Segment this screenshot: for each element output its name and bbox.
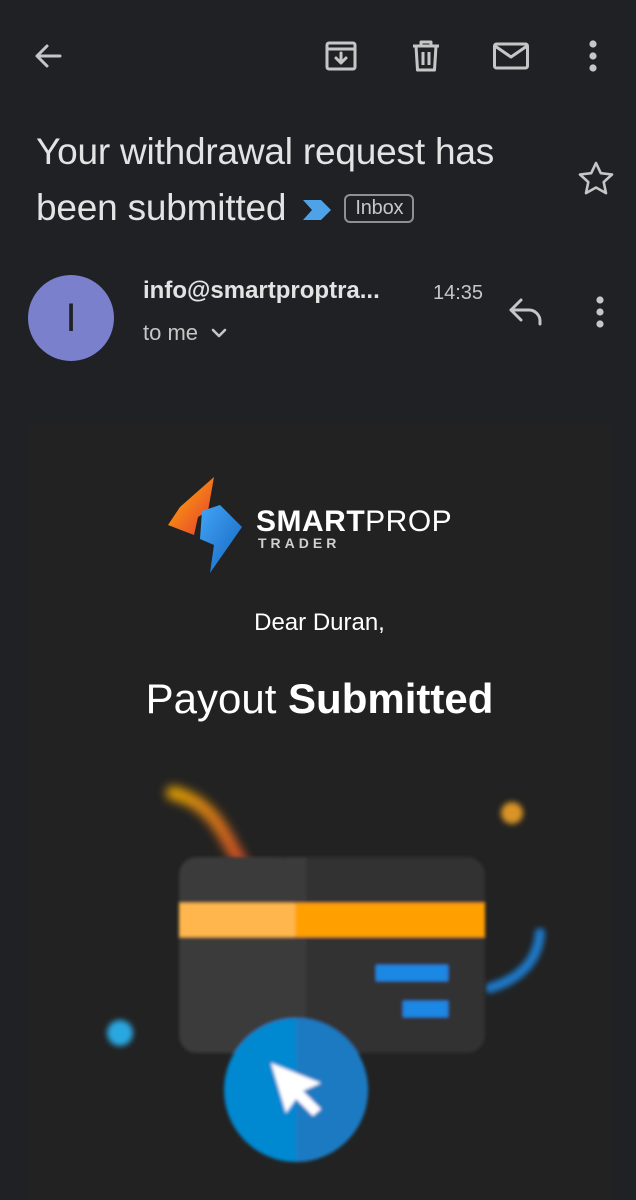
chevron-down-icon bbox=[211, 328, 227, 338]
arrow-back-icon bbox=[35, 44, 62, 68]
email-body: SMARTPROP TRADER Dear Duran, Payout Subm… bbox=[28, 423, 611, 1200]
logo-wordmark: SMARTPROP TRADER bbox=[256, 505, 452, 551]
payout-card-illustration bbox=[107, 786, 545, 1162]
headline-bold: Submitted bbox=[288, 675, 494, 722]
delete-button[interactable] bbox=[400, 30, 452, 82]
reply-button[interactable] bbox=[500, 286, 552, 338]
smartprop-logo: SMARTPROP TRADER bbox=[168, 477, 478, 573]
email-subject: Your withdrawal request has been submitt… bbox=[36, 124, 556, 236]
archive-icon bbox=[325, 41, 357, 71]
more-vert-icon bbox=[589, 40, 597, 72]
headline-regular: Payout bbox=[145, 675, 277, 722]
sender-avatar[interactable]: I bbox=[28, 275, 114, 361]
mark-unread-button[interactable] bbox=[485, 30, 537, 82]
logo-brand: SMARTPROP bbox=[256, 505, 452, 539]
smartprop-logo-mark-icon bbox=[168, 477, 242, 573]
subject-text: Your withdrawal request has been submitt… bbox=[36, 131, 495, 228]
star-button[interactable] bbox=[570, 152, 622, 204]
email-time: 14:35 bbox=[433, 282, 484, 304]
inbox-label-chip[interactable]: Inbox bbox=[344, 193, 415, 223]
email-view-screen: Your withdrawal request has been submitt… bbox=[0, 0, 636, 1200]
recipient-text: to me bbox=[143, 320, 199, 345]
more-options-button[interactable] bbox=[567, 30, 619, 82]
more-vert-icon bbox=[596, 296, 604, 328]
recipient-details-toggle[interactable]: to me bbox=[143, 320, 228, 346]
headline: Payout Submitted bbox=[28, 675, 611, 723]
star-outline-icon bbox=[578, 161, 614, 195]
back-button[interactable] bbox=[22, 30, 74, 82]
importance-marker-icon[interactable] bbox=[302, 199, 332, 221]
mail-icon bbox=[493, 42, 529, 70]
archive-button[interactable] bbox=[315, 30, 367, 82]
message-more-button[interactable] bbox=[574, 286, 626, 338]
logo-brand-bold: SMART bbox=[256, 505, 366, 538]
reply-icon bbox=[509, 298, 542, 326]
sender-name[interactable]: info@smartproptra... bbox=[143, 277, 380, 305]
logo-brand-light: PROP bbox=[365, 505, 453, 538]
greeting: Dear Duran, bbox=[254, 609, 385, 636]
trash-icon bbox=[413, 40, 439, 72]
